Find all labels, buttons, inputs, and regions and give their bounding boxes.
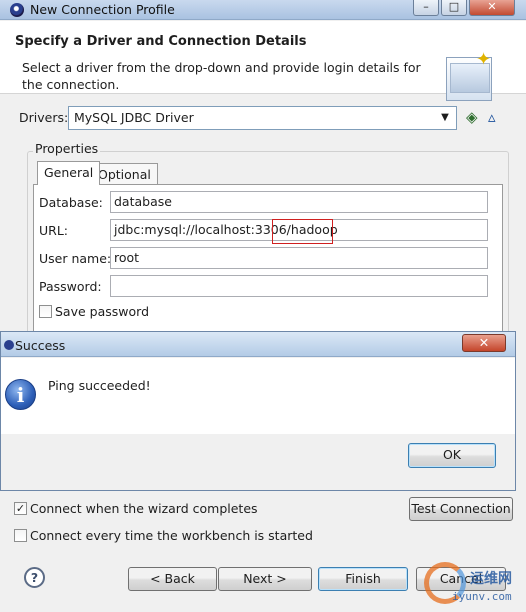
window-close-button[interactable]: ✕	[469, 0, 515, 16]
save-password-checkbox[interactable]	[39, 305, 52, 318]
eclipse-logo-icon	[4, 340, 14, 350]
test-connection-button[interactable]: Test Connection	[409, 497, 513, 521]
success-dialog: Success ✕ i Ping succeeded! OK	[0, 331, 516, 491]
password-label: Password:	[39, 279, 102, 294]
dialog-message: Ping succeeded!	[48, 378, 151, 393]
wizard-header: Specify a Driver and Connection Details …	[0, 21, 526, 101]
finish-button[interactable]: Finish	[318, 567, 408, 591]
drivers-dropdown[interactable]: MySQL JDBC Driver	[68, 106, 457, 130]
database-label: Database:	[39, 195, 103, 210]
connect-when-completes-label: Connect when the wizard completes	[30, 501, 258, 516]
url-database-highlight	[272, 219, 333, 244]
password-field[interactable]	[110, 275, 488, 297]
url-label: URL:	[39, 223, 69, 238]
drivers-label: Drivers:	[19, 110, 69, 125]
properties-group-title: Properties	[33, 141, 101, 156]
connect-every-time-checkbox[interactable]	[14, 529, 27, 542]
back-button[interactable]: < Back	[128, 567, 217, 591]
tab-general[interactable]: General	[37, 161, 101, 185]
maximize-button[interactable]: □	[441, 0, 467, 16]
dialog-title: Success	[15, 338, 66, 353]
dialog-body	[1, 358, 515, 434]
username-label: User name:	[39, 251, 112, 266]
help-icon[interactable]: ?	[24, 567, 45, 588]
page-title: Specify a Driver and Connection Details	[15, 34, 307, 49]
save-password-label: Save password	[55, 304, 150, 319]
window-titlebar[interactable]: New Connection Profile – □ ✕	[0, 0, 526, 20]
sparkle-icon: ✦	[476, 49, 492, 70]
window-title: New Connection Profile	[30, 2, 175, 17]
chevron-down-icon[interactable]: ▼	[437, 110, 453, 126]
username-field[interactable]: root	[110, 247, 488, 269]
next-button[interactable]: Next >	[218, 567, 312, 591]
connect-when-completes-checkbox[interactable]: ✓	[14, 502, 27, 515]
dialog-titlebar[interactable]: Success ✕	[1, 332, 515, 357]
minimize-button[interactable]: –	[413, 0, 439, 16]
watermark-url: iyunv.com	[452, 590, 512, 603]
new-driver-icon[interactable]: ◈	[466, 109, 482, 125]
eclipse-logo-icon	[10, 3, 24, 17]
page-description: Select a driver from the drop-down and p…	[22, 60, 421, 92]
tab-optional[interactable]: Optional	[91, 163, 158, 185]
ok-button[interactable]: OK	[408, 443, 496, 468]
connection-profile-window: New Connection Profile – □ ✕ Specify a D…	[0, 0, 526, 612]
drivers-selected-value: MySQL JDBC Driver	[74, 110, 194, 125]
info-icon: i	[5, 379, 36, 410]
edit-driver-icon[interactable]: ▵	[488, 109, 504, 125]
watermark-text: 运维网	[470, 571, 512, 587]
database-field[interactable]: database	[110, 191, 488, 213]
connect-every-time-label: Connect every time the workbench is star…	[30, 528, 313, 543]
dialog-close-button[interactable]: ✕	[462, 334, 506, 352]
